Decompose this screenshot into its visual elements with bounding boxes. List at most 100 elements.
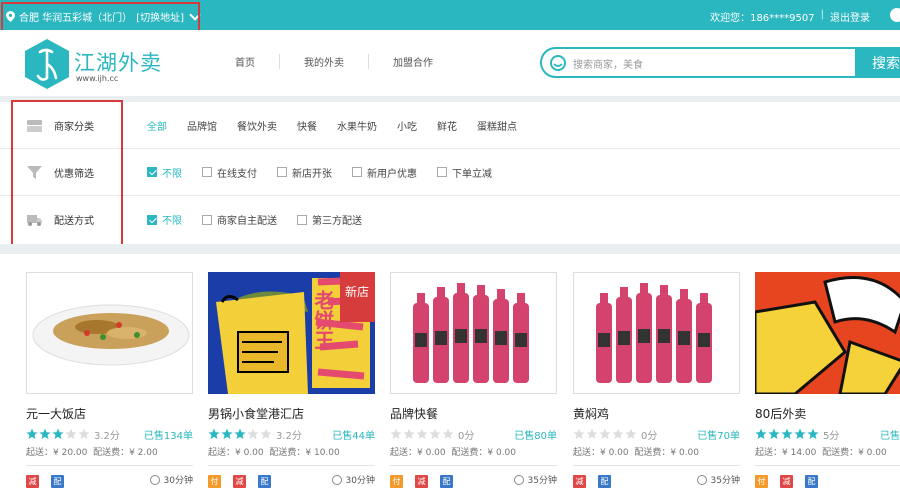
star-empty-icon xyxy=(573,428,585,439)
shop-card[interactable]: 黄焖鸡 0分 已售70单 起送：¥ 0.00 配送费：¥ 0.00 减 配 35… xyxy=(573,272,740,489)
mascot-photo xyxy=(755,272,900,394)
nav-home[interactable]: 首页 xyxy=(235,54,279,69)
avatar[interactable] xyxy=(890,8,900,22)
checkbox[interactable] xyxy=(202,167,212,177)
star-empty-icon xyxy=(599,428,611,439)
min-order: 起送：¥ 14.00 xyxy=(755,448,817,458)
shop-image[interactable] xyxy=(26,272,193,394)
shop-score: 5分 xyxy=(823,430,840,442)
search-box[interactable]: 搜索商家，美食 xyxy=(540,47,855,78)
tag-discount: 减 xyxy=(26,474,39,488)
clock-icon xyxy=(513,474,524,485)
nav-franchise[interactable]: 加盟合作 xyxy=(368,54,457,69)
discount-option-online-pay[interactable]: 在线支付 xyxy=(202,165,257,180)
shop-rating-row: 5分 已售 xyxy=(755,428,900,442)
logout-link[interactable]: 退出登录 xyxy=(830,9,870,24)
user-info: 欢迎您：186****9507 | 退出登录 xyxy=(710,9,870,24)
category-option-cake[interactable]: 蛋糕甜点 xyxy=(477,118,517,133)
shop-image[interactable] xyxy=(573,272,740,394)
shop-sold-count: 已售134单 xyxy=(143,430,193,442)
checkbox[interactable] xyxy=(277,167,287,177)
star-filled-icon xyxy=(768,428,780,439)
star-empty-icon xyxy=(247,428,259,439)
search-input[interactable]: 搜索商家，美食 xyxy=(573,56,643,71)
shop-rating-row: 3.2分 已售44单 xyxy=(208,428,375,442)
checkbox[interactable] xyxy=(352,167,362,177)
tag-discount: 减 xyxy=(233,474,246,488)
star-empty-icon xyxy=(403,428,415,439)
category-option-flowers[interactable]: 鲜花 xyxy=(437,118,457,133)
checkbox-checked[interactable] xyxy=(147,167,157,177)
delivery-fee: 配送费：¥ 0.00 xyxy=(634,448,700,458)
discount-option-any[interactable]: 不限 xyxy=(147,165,182,180)
discount-option-order-discount[interactable]: 下单立减 xyxy=(437,165,492,180)
discount-option-new-user[interactable]: 新用户优惠 xyxy=(352,165,417,180)
shop-name[interactable]: 黄焖鸡 xyxy=(573,405,740,422)
discount-option-new-store[interactable]: 新店开张 xyxy=(277,165,332,180)
logo-url: www.ijh.cc xyxy=(76,74,119,83)
shop-name[interactable]: 品牌快餐 xyxy=(390,405,557,422)
checkbox[interactable] xyxy=(202,214,212,225)
delivery-options: 不限 商家自主配送 第三方配送 xyxy=(147,212,382,227)
category-option-fastfood[interactable]: 快餐 xyxy=(297,118,317,133)
logo-icon[interactable] xyxy=(24,38,70,90)
bottles-photo xyxy=(574,273,739,393)
shop-card[interactable]: 品牌快餐 0分 已售80单 起送：¥ 0.00 配送费：¥ 0.00 付 减 配… xyxy=(390,272,557,489)
nav-my-orders[interactable]: 我的外卖 xyxy=(279,54,368,69)
shop-fees: 起送：¥ 0.00 配送费：¥ 10.00 xyxy=(208,445,375,458)
delivery-option-self[interactable]: 商家自主配送 xyxy=(202,212,277,227)
shop-score: 0分 xyxy=(641,430,658,442)
category-option-dining[interactable]: 餐饮外卖 xyxy=(237,118,277,133)
delivery-time: 30分钟 xyxy=(149,473,193,486)
rating-stars xyxy=(208,428,272,440)
section-divider xyxy=(0,244,900,254)
filter-labels-highlight-box xyxy=(11,100,123,248)
shop-name[interactable]: 80后外卖 xyxy=(755,405,900,422)
shop-name[interactable]: 元一大饭店 xyxy=(26,405,193,422)
shop-tags: 减 配 30分钟 xyxy=(26,465,193,489)
star-empty-icon xyxy=(260,428,272,439)
star-empty-icon xyxy=(416,428,428,439)
shop-card[interactable]: 80后外卖 5分 已售 起送：¥ 14.00 配送费：¥ 0.00 付 减 配 xyxy=(755,272,900,489)
delivery-option-any[interactable]: 不限 xyxy=(147,212,182,227)
main-nav: 首页 我的外卖 加盟合作 xyxy=(235,54,457,69)
checkbox[interactable] xyxy=(437,167,447,177)
logo-text[interactable]: 江湖外卖 xyxy=(74,47,162,77)
shop-card[interactable]: 新店 老饼王 男锅小食堂港汇店 3.2分 已售44单 起送：¥ 0.00 配送费… xyxy=(208,272,375,489)
shop-image[interactable]: 新店 老饼王 xyxy=(208,272,375,394)
checkbox[interactable] xyxy=(297,214,307,225)
shop-fees: 起送：¥ 14.00 配送费：¥ 0.00 xyxy=(755,445,900,458)
bottles-photo xyxy=(391,273,556,393)
shop-tags: 付 减 配 35分钟 xyxy=(390,465,557,489)
star-empty-icon xyxy=(442,428,454,439)
search-icon xyxy=(550,55,566,71)
shop-card[interactable]: 元一大饭店 3.2分 已售134单 起送：¥ 20.00 配送费：¥ 2.00 … xyxy=(26,272,193,489)
clock-icon xyxy=(149,474,160,485)
delivery-time: 35分钟 xyxy=(513,473,557,486)
filter-panel: 商家分类 全部 品牌馆 餐饮外卖 快餐 水果牛奶 小吃 鲜花 蛋糕甜点 优惠筛选… xyxy=(0,102,900,242)
category-option-snacks[interactable]: 小吃 xyxy=(397,118,417,133)
rating-stars xyxy=(755,428,819,440)
dish-photo xyxy=(27,273,192,393)
shop-image[interactable] xyxy=(390,272,557,394)
shop-image[interactable] xyxy=(755,272,900,394)
shop-sold-count: 已售 xyxy=(880,430,900,442)
clock-icon xyxy=(331,474,342,485)
shop-sold-count: 已售70单 xyxy=(697,430,740,442)
delivery-option-third-party[interactable]: 第三方配送 xyxy=(297,212,362,227)
search-button[interactable]: 搜索 xyxy=(855,47,900,78)
star-filled-icon xyxy=(221,428,233,439)
category-option-fruit-milk[interactable]: 水果牛奶 xyxy=(337,118,377,133)
star-filled-icon xyxy=(234,428,246,439)
filter-row-category: 商家分类 全部 品牌馆 餐饮外卖 快餐 水果牛奶 小吃 鲜花 蛋糕甜点 xyxy=(0,102,900,149)
checkbox-checked[interactable] xyxy=(147,214,157,225)
category-option-brand[interactable]: 品牌馆 xyxy=(187,118,217,133)
shop-name[interactable]: 男锅小食堂港汇店 xyxy=(208,405,375,422)
star-empty-icon xyxy=(390,428,402,439)
star-empty-icon xyxy=(429,428,441,439)
tag-delivery: 配 xyxy=(598,474,611,488)
star-empty-icon xyxy=(625,428,637,439)
welcome-text: 欢迎您：186****9507 xyxy=(710,13,815,24)
star-filled-icon xyxy=(39,428,51,439)
category-option-all[interactable]: 全部 xyxy=(147,118,167,133)
